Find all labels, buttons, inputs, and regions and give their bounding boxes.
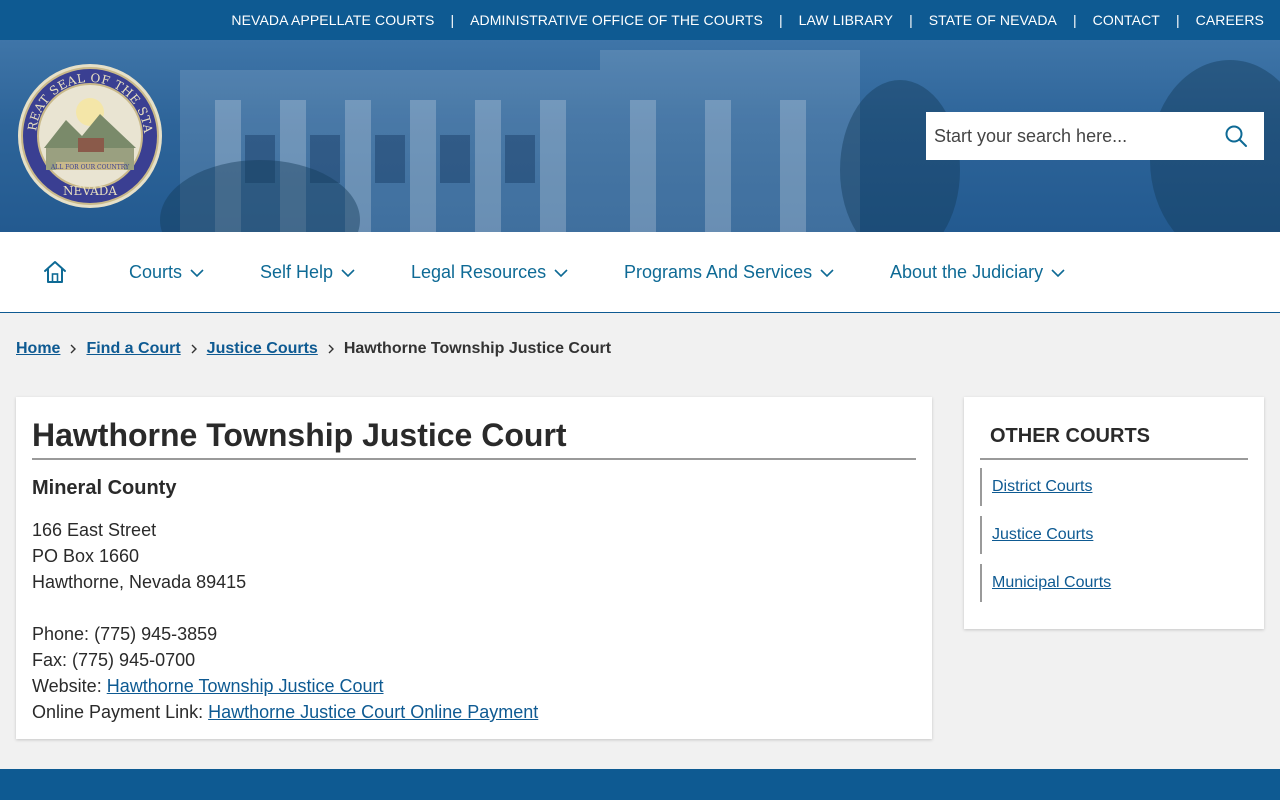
nav-item-label: About the Judiciary [890, 262, 1044, 282]
chevron-down-icon [554, 268, 568, 277]
chevron-right-icon [328, 344, 334, 354]
website-label: Website: [32, 676, 102, 696]
nav-item-label: Self Help [260, 262, 334, 282]
page-title: Hawthorne Township Justice Court [32, 417, 916, 460]
nav-item-label: Legal Resources [411, 262, 547, 282]
phone-value: (775) 945-3859 [94, 624, 218, 644]
chevron-down-icon [190, 268, 204, 277]
utility-separator: | [450, 12, 455, 28]
utility-link-state-of-nevada[interactable]: STATE OF NEVADA [929, 12, 1057, 28]
sidebar-link-district-courts[interactable]: District Courts [980, 468, 1092, 506]
payment-line: Online Payment Link: Hawthorne Justice C… [32, 699, 538, 725]
search-icon[interactable] [1224, 124, 1248, 148]
nav-item-legal-resources[interactable]: Legal Resources [411, 262, 568, 283]
utility-link-contact[interactable]: CONTACT [1093, 12, 1160, 28]
address-line: PO Box 1660 [32, 546, 140, 566]
sidebar-title: OTHER COURTS [980, 425, 1248, 460]
utility-separator: | [778, 12, 783, 28]
fax-label: Fax: [32, 650, 68, 670]
address-line: 166 East Street [32, 520, 157, 540]
breadcrumb-home[interactable]: Home [16, 340, 60, 358]
search-box [926, 112, 1264, 160]
building-column [780, 100, 806, 232]
seal-bottom-text: NEVADA [63, 184, 117, 198]
breadcrumb-current: Hawthorne Township Justice Court [343, 340, 612, 357]
building-column [475, 100, 501, 232]
building-window [505, 135, 535, 183]
building-window [375, 135, 405, 183]
chevron-right-icon [191, 344, 197, 354]
utility-link-careers[interactable]: CAREERS [1196, 12, 1264, 28]
court-details-card: Hawthorne Township Justice Court Mineral… [16, 397, 932, 739]
main-nav: Courts Self Help Legal Resources Program… [0, 232, 1280, 313]
nav-item-label: Programs And Services [624, 262, 813, 282]
nevada-seal-logo[interactable]: THE GREAT SEAL OF THE STATE OF NEVADA AL… [16, 62, 164, 210]
seal-banner-text: ALL FOR OUR COUNTRY [50, 164, 130, 171]
chevron-down-icon [820, 268, 834, 277]
payment-label: Online Payment Link: [32, 702, 204, 722]
utility-link-administrative-office[interactable]: ADMINISTRATIVE OFFICE OF THE COURTS [470, 12, 763, 28]
footer-bar [0, 769, 1280, 800]
breadcrumb-find-a-court[interactable]: Find a Court [86, 340, 180, 358]
building-column [540, 100, 566, 232]
nav-item-about-the-judiciary[interactable]: About the Judiciary [890, 262, 1065, 283]
utility-separator: | [1073, 12, 1077, 28]
breadcrumb: Home Find a Court Justice Courts Hawthor… [16, 340, 611, 358]
website-link[interactable]: Hawthorne Township Justice Court [107, 676, 384, 696]
building-column [630, 100, 656, 232]
address-line: Hawthorne, Nevada 89415 [32, 572, 247, 592]
fax-line: Fax: (775) 945-0700 [32, 647, 538, 673]
phone-line: Phone: (775) 945-3859 [32, 621, 538, 647]
header-banner: THE GREAT SEAL OF THE STATE OF NEVADA AL… [0, 40, 1280, 232]
utility-bar: NEVADA APPELLATE COURTS | ADMINISTRATIVE… [0, 0, 1280, 40]
chevron-right-icon [70, 344, 77, 354]
nav-item-courts[interactable]: Courts [129, 262, 204, 283]
utility-links: NEVADA APPELLATE COURTS | ADMINISTRATIVE… [231, 0, 1264, 40]
utility-separator: | [909, 12, 913, 28]
utility-separator: | [1175, 12, 1180, 28]
court-contact-info: 166 East Street PO Box 1660 Hawthorne, N… [32, 517, 538, 725]
utility-link-law-library[interactable]: LAW LIBRARY [799, 12, 893, 28]
utility-link-appellate-courts[interactable]: NEVADA APPELLATE COURTS [231, 12, 434, 28]
chevron-down-icon [341, 268, 355, 277]
phone-label: Phone: [32, 624, 90, 644]
breadcrumb-justice-courts[interactable]: Justice Courts [207, 340, 318, 358]
home-icon[interactable] [42, 260, 68, 284]
sidebar-link-justice-courts[interactable]: Justice Courts [980, 516, 1093, 554]
county-heading: Mineral County [32, 477, 177, 499]
search-input[interactable] [926, 112, 1216, 160]
building-column [410, 100, 436, 232]
other-courts-sidebar: OTHER COURTS District Courts Justice Cou… [964, 397, 1264, 629]
building-window [440, 135, 470, 183]
nav-item-programs-and-services[interactable]: Programs And Services [624, 262, 834, 283]
sidebar-link-municipal-courts[interactable]: Municipal Courts [980, 564, 1111, 602]
building-column [705, 100, 731, 232]
fax-value: (775) 945-0700 [72, 650, 196, 670]
website-line: Website: Hawthorne Township Justice Cour… [32, 673, 538, 699]
nav-item-self-help[interactable]: Self Help [260, 262, 355, 283]
online-payment-link[interactable]: Hawthorne Justice Court Online Payment [208, 702, 538, 722]
chevron-down-icon [1051, 268, 1065, 277]
nav-item-label: Courts [129, 262, 183, 282]
